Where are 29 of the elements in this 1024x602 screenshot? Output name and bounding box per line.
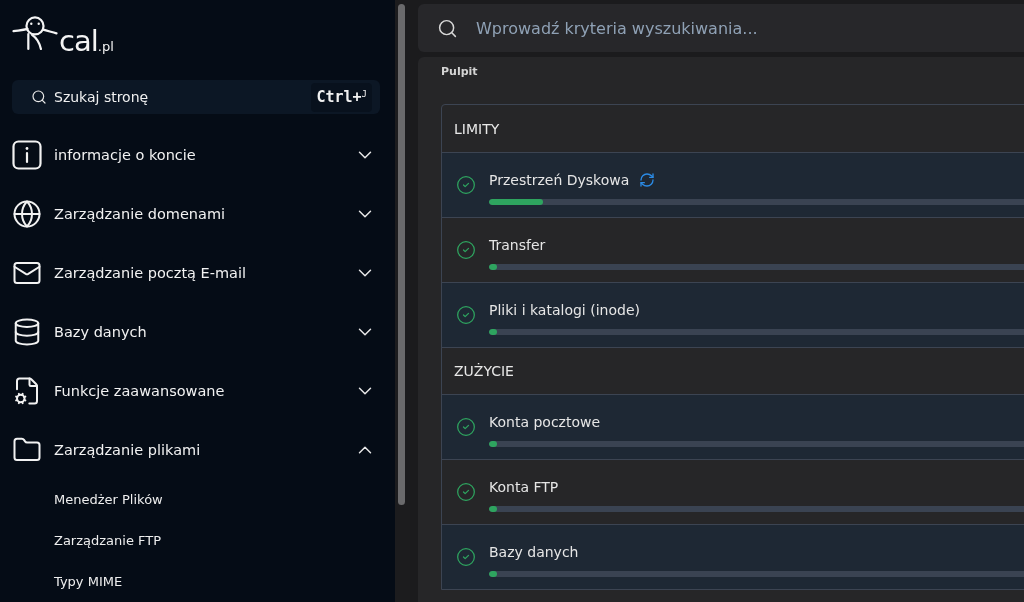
usage-label: Pliki i katalogi (inode) xyxy=(489,301,640,318)
breadcrumb: Pulpit xyxy=(441,66,478,78)
globe-icon xyxy=(12,198,42,229)
database-icon xyxy=(12,316,42,347)
page-search-button[interactable]: Szukaj stronę Ctrl+$^{J}$ xyxy=(12,80,380,114)
usage-label: Przestrzeń Dyskowa xyxy=(489,171,630,188)
nav-item[interactable]: Zarządzanie plikami xyxy=(12,420,380,479)
nav-item[interactable]: Zarządzanie pocztą E-mail xyxy=(12,243,380,302)
usage-label: Konta FTP xyxy=(489,478,559,495)
search-icon xyxy=(437,18,458,39)
nav-item[interactable]: informacje o koncie xyxy=(12,125,380,184)
refresh-icon[interactable] xyxy=(639,171,656,188)
nav-item[interactable]: Zarządzanie domenami xyxy=(12,184,380,243)
section-title: ZUŻYCIE xyxy=(454,362,514,380)
nav-item[interactable]: Funkcje zaawansowane xyxy=(12,361,380,420)
info-icon xyxy=(12,139,42,170)
usage-label: Konta pocztowe xyxy=(489,413,601,430)
section-title: LIMITY xyxy=(454,119,500,138)
nav-subitem[interactable]: Zarządzanie FTP xyxy=(54,520,162,561)
nav-subitem[interactable]: Menedżer Plików xyxy=(54,479,163,520)
scrollbar-thumb[interactable] xyxy=(398,4,405,505)
nav-subitem[interactable]: Typy MIME xyxy=(54,561,123,602)
search-icon xyxy=(31,89,47,105)
usage-label: Transfer xyxy=(489,236,546,253)
keyboard-shortcut: Ctrl+$^{J}$ xyxy=(311,82,372,112)
nav-item[interactable]: Bazy danych xyxy=(12,302,380,361)
usage-label: Bazy danych xyxy=(489,543,579,560)
logo-text: cal.pl xyxy=(59,27,114,56)
search-field[interactable]: Wprowadź kryteria wyszukiwania... xyxy=(418,4,1024,52)
